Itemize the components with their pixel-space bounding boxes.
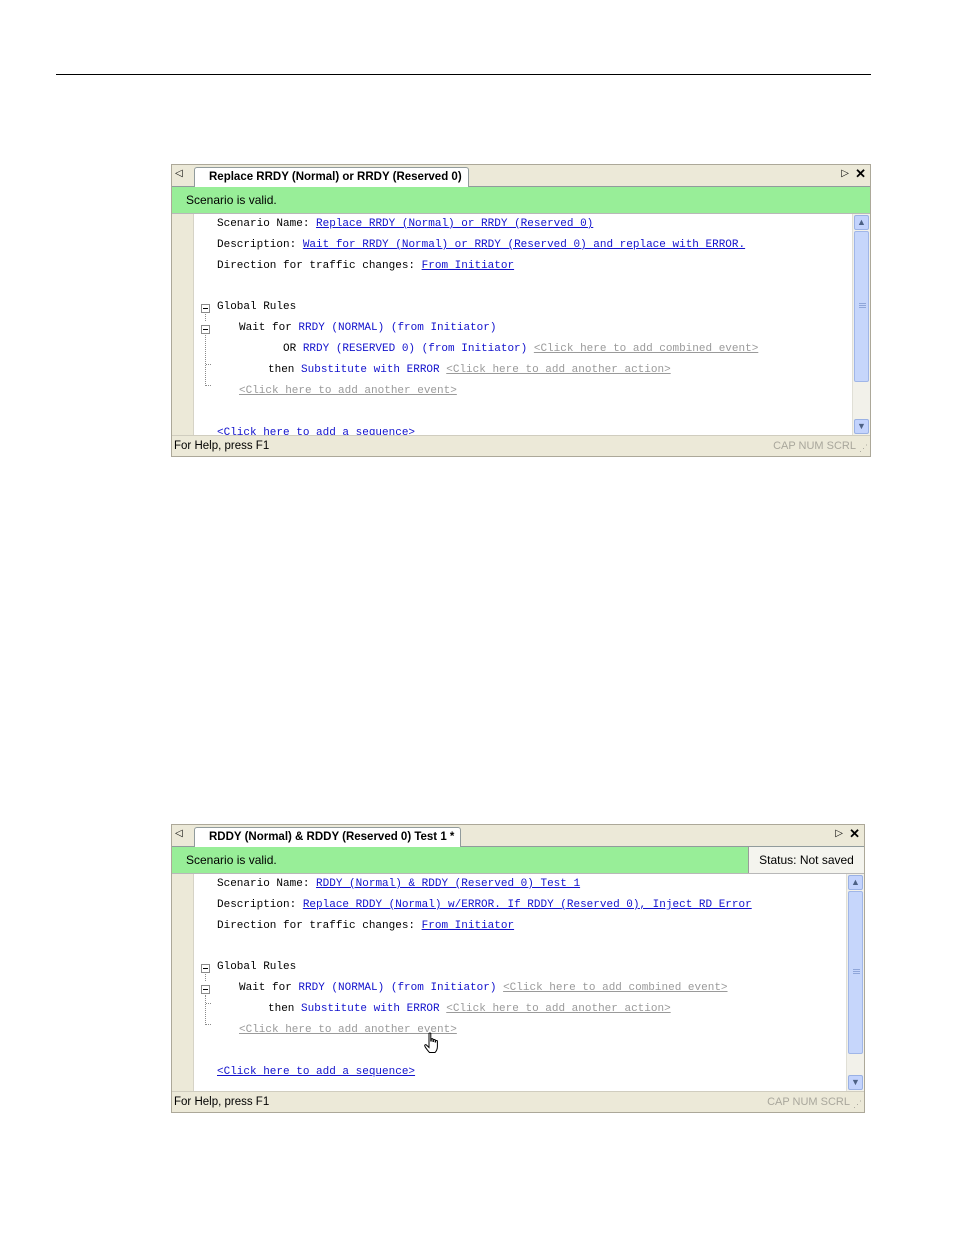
- description-link[interactable]: Replace RDDY (Normal) w/ERROR. If RDDY (…: [303, 899, 752, 911]
- validation-bar: Scenario is valid.: [172, 187, 870, 214]
- tab-bar: ◁ Replace RRDY (Normal) or RRDY (Reserve…: [172, 165, 870, 187]
- chevron-up-icon[interactable]: ▲: [848, 875, 863, 890]
- validation-bar: Scenario is valid. Status: Not saved: [172, 847, 864, 874]
- chevron-down-icon[interactable]: ▼: [848, 1075, 863, 1090]
- vertical-scrollbar[interactable]: ▲ ▼: [852, 214, 870, 435]
- page-top-rule: [56, 74, 871, 75]
- action-link[interactable]: Substitute with ERROR: [301, 364, 440, 376]
- scenario-name-label: Scenario Name:: [217, 218, 310, 230]
- close-icon[interactable]: ✕: [849, 826, 860, 842]
- scenario-name-link[interactable]: Replace RRDY (Normal) or RRDY (Reserved …: [316, 218, 593, 230]
- tree-line: [205, 995, 206, 1025]
- description-link[interactable]: Wait for RRDY (Normal) or RRDY (Reserved…: [303, 239, 745, 251]
- editor-content: Scenario Name: RDDY (Normal) & RDDY (Res…: [193, 874, 846, 1091]
- minus-box-icon[interactable]: [201, 964, 210, 973]
- minus-box-icon[interactable]: [201, 325, 210, 334]
- app-status-bar: For Help, press F1 CAP NUM SCRL ⋰: [172, 435, 870, 456]
- triangle-right-icon[interactable]: ▷: [841, 168, 849, 179]
- add-action-link[interactable]: <Click here to add another action>: [446, 364, 670, 376]
- or-label: OR: [283, 343, 297, 355]
- add-sequence-link[interactable]: <Click here to add a sequence>: [217, 1066, 415, 1078]
- direction-link[interactable]: From Initiator: [422, 920, 514, 932]
- tab-scenario[interactable]: Replace RRDY (Normal) or RRDY (Reserved …: [194, 167, 469, 187]
- help-hint: For Help, press F1: [174, 440, 270, 452]
- tab-bar: ◁ RDDY (Normal) & RDDY (Reserved 0) Test…: [172, 825, 864, 847]
- vertical-scrollbar[interactable]: ▲ ▼: [846, 874, 864, 1091]
- tree-line: [206, 1024, 211, 1025]
- tree-line: [205, 314, 206, 321]
- scroll-thumb[interactable]: [854, 231, 869, 382]
- global-rules-label: Global Rules: [217, 301, 297, 313]
- minus-box-icon[interactable]: [201, 985, 210, 994]
- then-label: then: [268, 1003, 295, 1015]
- minus-box-icon[interactable]: [201, 304, 210, 313]
- add-combined-event-link[interactable]: <Click here to add combined event>: [503, 982, 727, 994]
- triangle-right-icon[interactable]: ▷: [835, 828, 843, 839]
- tree-line: [206, 1003, 211, 1004]
- direction-label: Direction for traffic changes:: [217, 260, 416, 272]
- chevron-down-icon[interactable]: ▼: [854, 419, 869, 434]
- tree-line: [205, 974, 206, 981]
- action-link[interactable]: Substitute with ERROR: [301, 1003, 440, 1015]
- triangle-left-icon[interactable]: ◁: [175, 168, 183, 179]
- tree-line: [206, 364, 211, 365]
- resize-grip-icon[interactable]: ⋰: [859, 443, 868, 454]
- add-event-link[interactable]: <Click here to add another event>: [239, 385, 457, 397]
- scroll-thumb[interactable]: [848, 891, 863, 1054]
- combined-event-link[interactable]: RRDY (RESERVED 0) (from Initiator): [303, 343, 527, 355]
- add-combined-event-link[interactable]: <Click here to add combined event>: [534, 343, 758, 355]
- scenario-editor: Scenario Name: RDDY (Normal) & RDDY (Res…: [172, 874, 864, 1091]
- tree-line: [206, 385, 211, 386]
- help-hint: For Help, press F1: [174, 1096, 270, 1108]
- triangle-left-icon[interactable]: ◁: [175, 828, 183, 839]
- app-status-bar: For Help, press F1 CAP NUM SCRL ⋰: [172, 1091, 864, 1112]
- validation-status: Scenario is valid.: [186, 193, 277, 207]
- add-action-link[interactable]: <Click here to add another action>: [446, 1003, 670, 1015]
- editor-gutter: [172, 874, 194, 1091]
- validation-status: Scenario is valid.: [186, 853, 277, 867]
- scenario-name-link[interactable]: RDDY (Normal) & RDDY (Reserved 0) Test 1: [316, 878, 580, 890]
- editor-gutter: [172, 214, 194, 435]
- wait-for-label: Wait for: [239, 322, 292, 334]
- tab-title: Replace RRDY (Normal) or RRDY (Reserved …: [209, 171, 462, 183]
- tree-line: [205, 335, 206, 386]
- key-indicators: CAP NUM SCRL: [773, 440, 856, 452]
- editor-content: Scenario Name: Replace RRDY (Normal) or …: [193, 214, 852, 435]
- tab-title: RDDY (Normal) & RDDY (Reserved 0) Test 1…: [209, 831, 455, 843]
- scenario-editor: Scenario Name: Replace RRDY (Normal) or …: [172, 214, 870, 435]
- resize-grip-icon[interactable]: ⋰: [853, 1099, 862, 1110]
- chevron-up-icon[interactable]: ▲: [854, 215, 869, 230]
- close-icon[interactable]: ✕: [855, 166, 866, 182]
- hand-pointer-icon: [424, 1032, 438, 1053]
- event-link[interactable]: RRDY (NORMAL) (from Initiator): [298, 982, 496, 994]
- save-status-badge: Status: Not saved: [748, 847, 864, 873]
- key-indicators: CAP NUM SCRL: [767, 1096, 850, 1108]
- add-sequence-link[interactable]: <Click here to add a sequence>: [217, 427, 415, 435]
- tab-scenario[interactable]: RDDY (Normal) & RDDY (Reserved 0) Test 1…: [194, 827, 462, 847]
- description-label: Description:: [217, 899, 297, 911]
- direction-label: Direction for traffic changes:: [217, 920, 416, 932]
- description-label: Description:: [217, 239, 297, 251]
- scenario-window-2: ◁ RDDY (Normal) & RDDY (Reserved 0) Test…: [171, 824, 865, 1113]
- event-link[interactable]: RRDY (NORMAL) (from Initiator): [298, 322, 496, 334]
- scenario-window-1: ◁ Replace RRDY (Normal) or RRDY (Reserve…: [171, 164, 871, 457]
- direction-link[interactable]: From Initiator: [422, 260, 514, 272]
- scenario-name-label: Scenario Name:: [217, 878, 310, 890]
- global-rules-label: Global Rules: [217, 961, 297, 973]
- then-label: then: [268, 364, 295, 376]
- wait-for-label: Wait for: [239, 982, 292, 994]
